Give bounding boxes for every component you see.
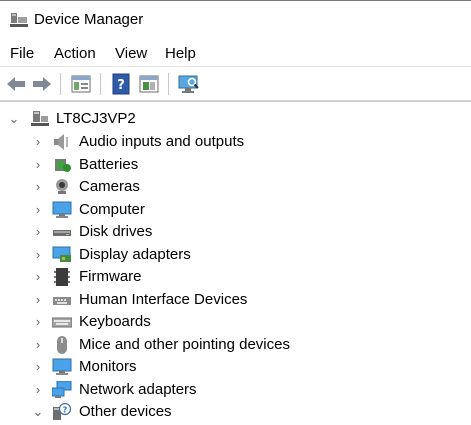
toolbar-separator (168, 73, 169, 95)
tree-item-display-adapters[interactable]: › Display adapters (0, 244, 471, 266)
chevron-down-icon[interactable]: ⌄ (8, 111, 20, 127)
monitor-icon (52, 201, 72, 219)
menu-help[interactable]: Help (165, 45, 196, 62)
title-bar: Device Manager (0, 0, 471, 40)
help-icon[interactable]: ? (110, 73, 132, 95)
unknown-device-icon: ? (52, 403, 72, 421)
tree-item-label: Cameras (79, 178, 140, 195)
menu-action[interactable]: Action (54, 45, 96, 62)
tree-item-label: Firmware (79, 268, 142, 285)
keyboard-icon (52, 313, 72, 331)
menu-view[interactable]: View (115, 45, 147, 62)
mouse-icon (52, 336, 72, 354)
tree-item-audio[interactable]: › Audio inputs and outputs (0, 131, 471, 153)
update-driver-icon[interactable] (138, 73, 160, 95)
chevron-right-icon[interactable]: › (32, 202, 44, 218)
tree-item-mice[interactable]: › Mice and other pointing devices (0, 334, 471, 356)
chevron-right-icon[interactable]: › (32, 224, 44, 240)
chevron-right-icon[interactable]: › (32, 269, 44, 285)
tree-item-label: Keyboards (79, 313, 151, 330)
tree-item-label: Network adapters (79, 381, 197, 398)
computer-tower-icon (30, 110, 50, 128)
toolbar-separator (60, 73, 61, 95)
tree-item-batteries[interactable]: › Batteries (0, 154, 471, 176)
tree-root[interactable]: ⌄ LT8CJ3VP2 (0, 108, 471, 130)
chevron-right-icon[interactable]: › (32, 337, 44, 353)
tree-item-monitors[interactable]: › Monitors (0, 356, 471, 378)
firmware-chip-icon (52, 268, 72, 286)
speaker-icon (52, 133, 72, 151)
tree-item-label: Audio inputs and outputs (79, 133, 245, 150)
forward-arrow-icon[interactable] (31, 73, 53, 95)
tree-item-network-adapters[interactable]: › Network adapters (0, 379, 471, 401)
tree-item-hid[interactable]: › Human Interface Devices (0, 289, 471, 311)
chevron-right-icon[interactable]: › (32, 247, 44, 263)
tree-item-label: Batteries (79, 156, 139, 173)
back-arrow-icon[interactable] (5, 73, 27, 95)
battery-icon (52, 156, 72, 174)
chevron-right-icon[interactable]: › (32, 134, 44, 150)
tree-item-computer[interactable]: › Computer (0, 199, 471, 221)
toolbar: ? (0, 66, 471, 101)
svg-text:?: ? (117, 78, 125, 93)
disk-drive-icon (52, 223, 72, 241)
tree-item-label: Other devices (79, 403, 172, 420)
tree-item-label: Mice and other pointing devices (79, 336, 290, 353)
menu-bar: File Action View Help (0, 40, 471, 66)
window-title: Device Manager (34, 11, 144, 28)
scan-hardware-icon[interactable] (178, 73, 200, 95)
chevron-down-icon[interactable]: ⌄ (32, 404, 44, 420)
tree-item-disk-drives[interactable]: › Disk drives (0, 221, 471, 243)
tree-item-label: Disk drives (79, 223, 153, 240)
tree-item-cameras[interactable]: › Cameras (0, 176, 471, 198)
chevron-right-icon[interactable]: › (32, 292, 44, 308)
device-manager-icon (10, 12, 28, 28)
monitor-icon (52, 358, 72, 376)
menu-file[interactable]: File (10, 45, 34, 62)
tree-item-keyboards[interactable]: › Keyboards (0, 311, 471, 333)
properties-icon[interactable] (70, 73, 92, 95)
tree-root-label: LT8CJ3VP2 (56, 110, 136, 127)
tree-item-label: Computer (79, 201, 145, 218)
toolbar-separator (100, 73, 101, 95)
tree-item-other-devices[interactable]: ⌄ ? Other devices (0, 401, 471, 423)
hid-keyboard-icon (52, 291, 72, 309)
chevron-right-icon[interactable]: › (32, 382, 44, 398)
device-tree: ⌄ LT8CJ3VP2 › Audio inputs and outputs › (0, 101, 471, 425)
tree-item-label: Monitors (79, 358, 137, 375)
tree-item-label: Display adapters (79, 246, 191, 263)
network-adapter-icon (52, 381, 72, 399)
svg-text:?: ? (63, 406, 68, 415)
chevron-right-icon[interactable]: › (32, 314, 44, 330)
display-adapter-icon (52, 246, 72, 264)
chevron-right-icon[interactable]: › (32, 157, 44, 173)
tree-item-label: Human Interface Devices (79, 291, 248, 308)
tree-item-firmware[interactable]: › Firmware (0, 266, 471, 288)
chevron-right-icon[interactable]: › (32, 359, 44, 375)
chevron-right-icon[interactable]: › (32, 179, 44, 195)
camera-icon (52, 178, 72, 196)
